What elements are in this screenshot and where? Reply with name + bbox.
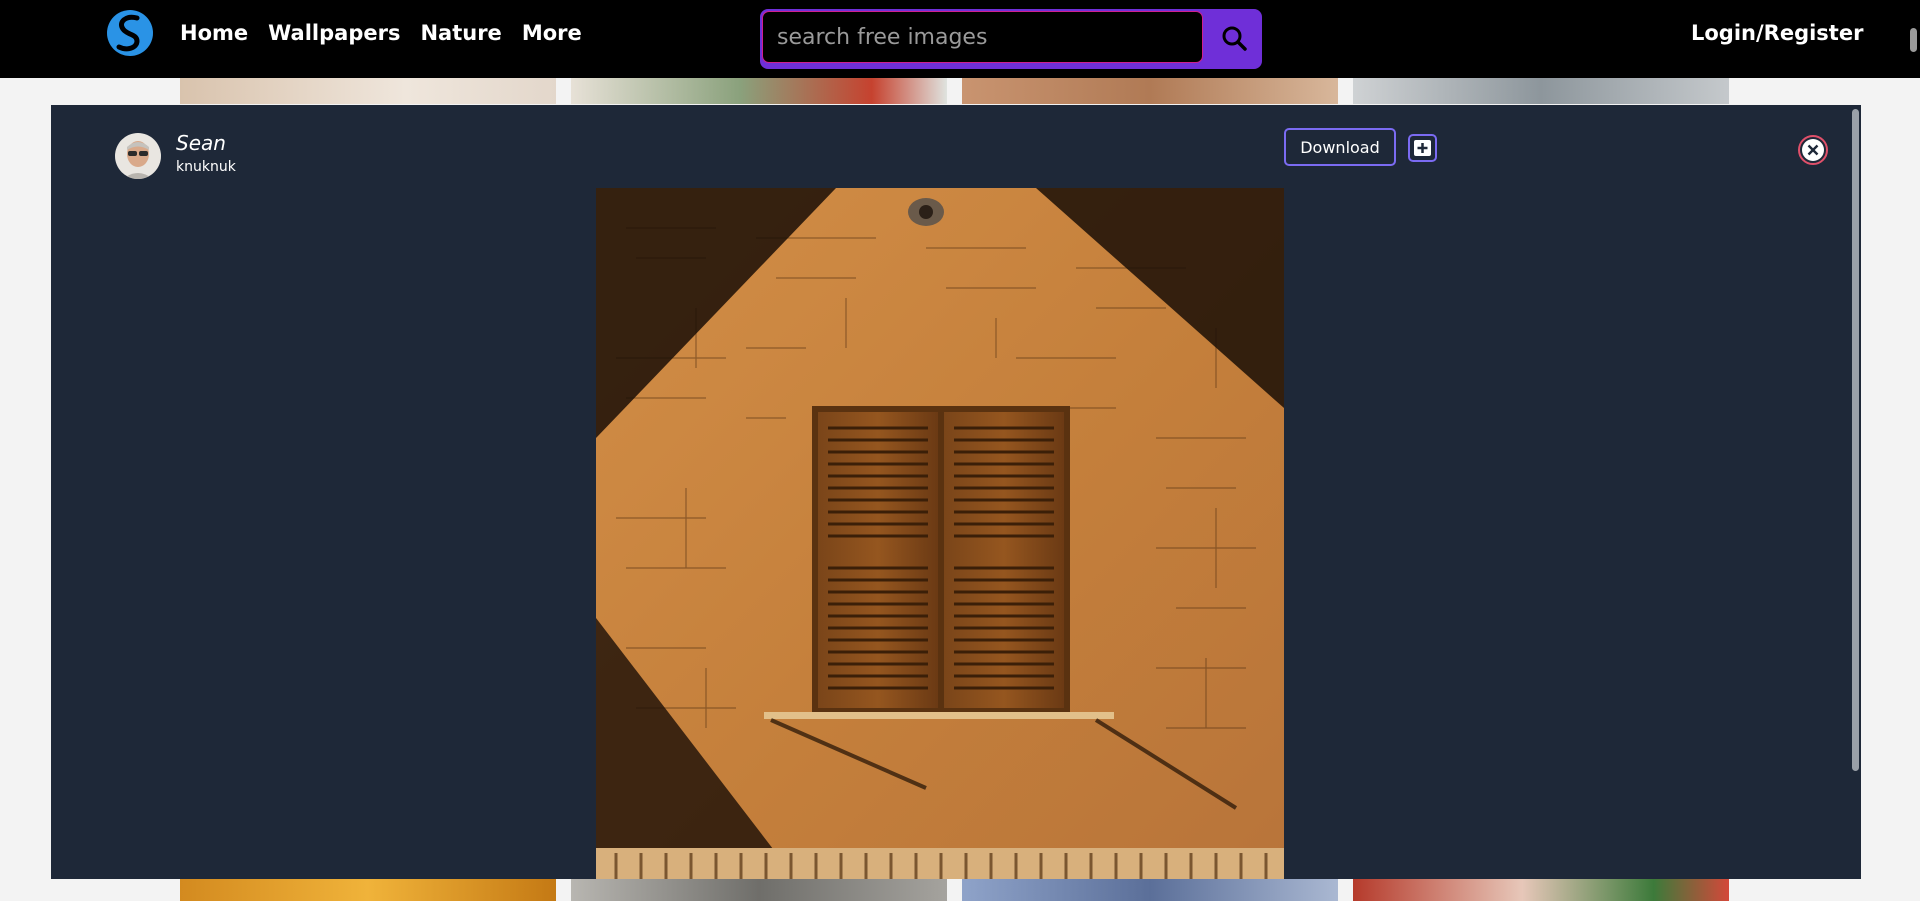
gallery-thumb[interactable] [571, 74, 947, 104]
add-to-collection-button[interactable] [1408, 134, 1437, 162]
search-button[interactable] [1212, 13, 1258, 65]
gallery-thumb[interactable] [962, 74, 1338, 104]
download-button[interactable]: Download [1284, 128, 1396, 166]
author-name[interactable]: Sean [176, 131, 226, 155]
author-username[interactable]: knuknuk [176, 159, 236, 175]
close-icon [1800, 139, 1826, 166]
login-register-link[interactable]: Login/Register [1691, 0, 1863, 66]
avatar[interactable] [115, 133, 161, 179]
plus-icon [1410, 140, 1435, 163]
modal-scrollbar[interactable] [1850, 105, 1861, 879]
nav-link-wallpapers[interactable]: Wallpapers [268, 21, 400, 45]
photo-modal: Sean knuknuk Download [51, 105, 1861, 879]
top-navbar: Home Wallpapers Nature More Login/Regist… [0, 0, 1920, 78]
search-icon [1212, 26, 1258, 68]
search-input[interactable] [762, 11, 1203, 63]
gallery-thumb[interactable] [180, 74, 556, 104]
search-bar [760, 9, 1262, 69]
close-button[interactable] [1798, 135, 1828, 165]
nav-link-home[interactable]: Home [180, 21, 248, 45]
main-photo[interactable] [596, 188, 1284, 879]
page-scrollbar[interactable] [1910, 28, 1917, 52]
gallery-thumb[interactable] [1353, 74, 1729, 104]
nav-link-nature[interactable]: Nature [420, 21, 501, 45]
modal-scrollbar-thumb[interactable] [1852, 109, 1859, 771]
main-nav: Home Wallpapers Nature More [180, 0, 582, 66]
nav-link-more[interactable]: More [522, 21, 582, 45]
site-logo-icon[interactable] [106, 9, 154, 57]
